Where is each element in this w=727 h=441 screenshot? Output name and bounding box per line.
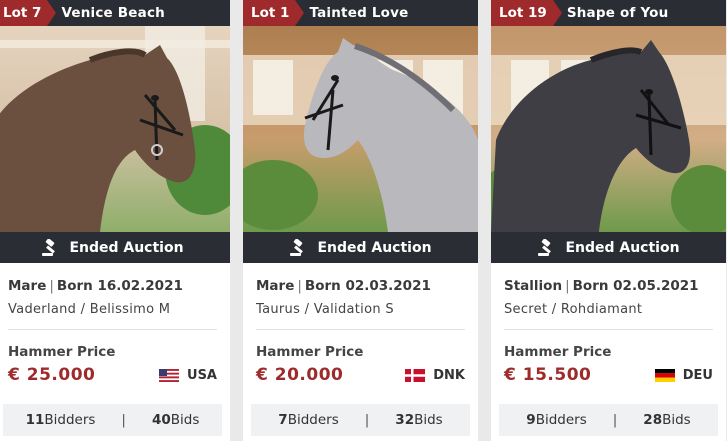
- bidders-label: Bidders: [44, 412, 96, 428]
- hammer-price-label: Hammer Price: [8, 344, 116, 360]
- separator: |: [297, 278, 302, 294]
- hammer-price: € 25.000: [8, 365, 96, 385]
- bid-stats: 9 Bidders | 28 Bids: [499, 404, 718, 436]
- bids-label: Bids: [662, 412, 691, 428]
- sex-born: Mare | Born 16.02.2021: [8, 278, 217, 294]
- hammer-price: € 15.500: [504, 365, 592, 385]
- gavel-icon: [538, 238, 552, 256]
- lot-number: Lot 1: [243, 0, 305, 26]
- bidders-count: 11: [25, 412, 45, 428]
- germany-flag-icon: [654, 368, 675, 382]
- divider: [256, 329, 465, 330]
- separator: |: [612, 412, 618, 428]
- lot-header: Lot 7 Venice Beach: [0, 0, 230, 26]
- hammer-price-label: Hammer Price: [256, 344, 364, 360]
- separator: |: [121, 412, 126, 428]
- status-label: Ended Auction: [69, 239, 184, 256]
- bidders-count: 9: [526, 412, 536, 428]
- horse-name[interactable]: Venice Beach: [61, 5, 165, 21]
- sex-born: Mare | Born 02.03.2021: [256, 278, 465, 294]
- lot-number: Lot 7: [0, 0, 57, 26]
- bids-label: Bids: [414, 412, 443, 428]
- status-label: Ended Auction: [317, 239, 432, 256]
- sex: Mare: [256, 278, 295, 294]
- born-date: Born 16.02.2021: [56, 278, 183, 294]
- sex-born: Stallion | Born 02.05.2021: [504, 278, 713, 294]
- status-bar: Ended Auction: [0, 232, 230, 263]
- horse-photo[interactable]: [0, 0, 230, 232]
- lot-header: Lot 19 Shape of You: [491, 0, 726, 26]
- hammer-price: € 20.000: [256, 365, 344, 385]
- bid-stats: 7 Bidders | 32 Bids: [251, 404, 470, 436]
- born-date: Born 02.03.2021: [304, 278, 431, 294]
- horse-photo[interactable]: [491, 0, 726, 232]
- gavel-icon: [290, 238, 304, 256]
- hammer-price-label: Hammer Price: [504, 344, 612, 360]
- separator: |: [565, 278, 570, 294]
- auction-card[interactable]: Lot 7 Venice Beach Ended Auction Mare | Bo…: [0, 0, 230, 441]
- horse-photo[interactable]: [243, 0, 478, 232]
- bids-count: 32: [395, 412, 415, 428]
- status-label: Ended Auction: [565, 239, 680, 256]
- auction-card[interactable]: Lot 1 Tainted Love Ended Auction Mare | Bo…: [243, 0, 478, 441]
- bid-stats: 11 Bidders | 40 Bids: [3, 404, 222, 436]
- country-code: DNK: [433, 367, 465, 383]
- lot-header: Lot 1 Tainted Love: [243, 0, 478, 26]
- gavel-icon: [42, 238, 56, 256]
- buyer-country: USA: [159, 368, 217, 383]
- bidders-label: Bidders: [287, 412, 339, 428]
- pedigree: Vaderland / Belissimo M: [8, 302, 171, 317]
- bids-count: 28: [643, 412, 663, 428]
- buyer-country: DEU: [654, 367, 713, 383]
- bidders-label: Bidders: [535, 412, 587, 428]
- country-code: USA: [187, 367, 217, 383]
- sex: Stallion: [504, 278, 563, 294]
- horse-name[interactable]: Tainted Love: [309, 5, 408, 21]
- separator: |: [364, 412, 370, 428]
- status-bar: Ended Auction: [491, 232, 726, 263]
- sex: Mare: [8, 278, 47, 294]
- country-code: DEU: [682, 367, 713, 383]
- lot-number: Lot 19: [491, 0, 562, 26]
- divider: [8, 329, 217, 330]
- horse-name[interactable]: Shape of You: [567, 5, 669, 21]
- auction-card[interactable]: Lot 19 Shape of You Ended Auction Stalli…: [491, 0, 726, 441]
- bids-label: Bids: [170, 412, 200, 428]
- bids-count: 40: [151, 412, 171, 428]
- bidders-count: 7: [278, 412, 288, 428]
- born-date: Born 02.05.2021: [572, 278, 699, 294]
- usa-flag-icon: [159, 368, 180, 382]
- divider: [504, 329, 713, 330]
- denmark-flag-icon: [405, 368, 426, 382]
- pedigree: Taurus / Validation S: [256, 302, 394, 317]
- status-bar: Ended Auction: [243, 232, 478, 263]
- pedigree: Secret / Rohdiamant: [504, 302, 643, 317]
- separator: |: [49, 278, 54, 294]
- buyer-country: DNK: [405, 368, 465, 383]
